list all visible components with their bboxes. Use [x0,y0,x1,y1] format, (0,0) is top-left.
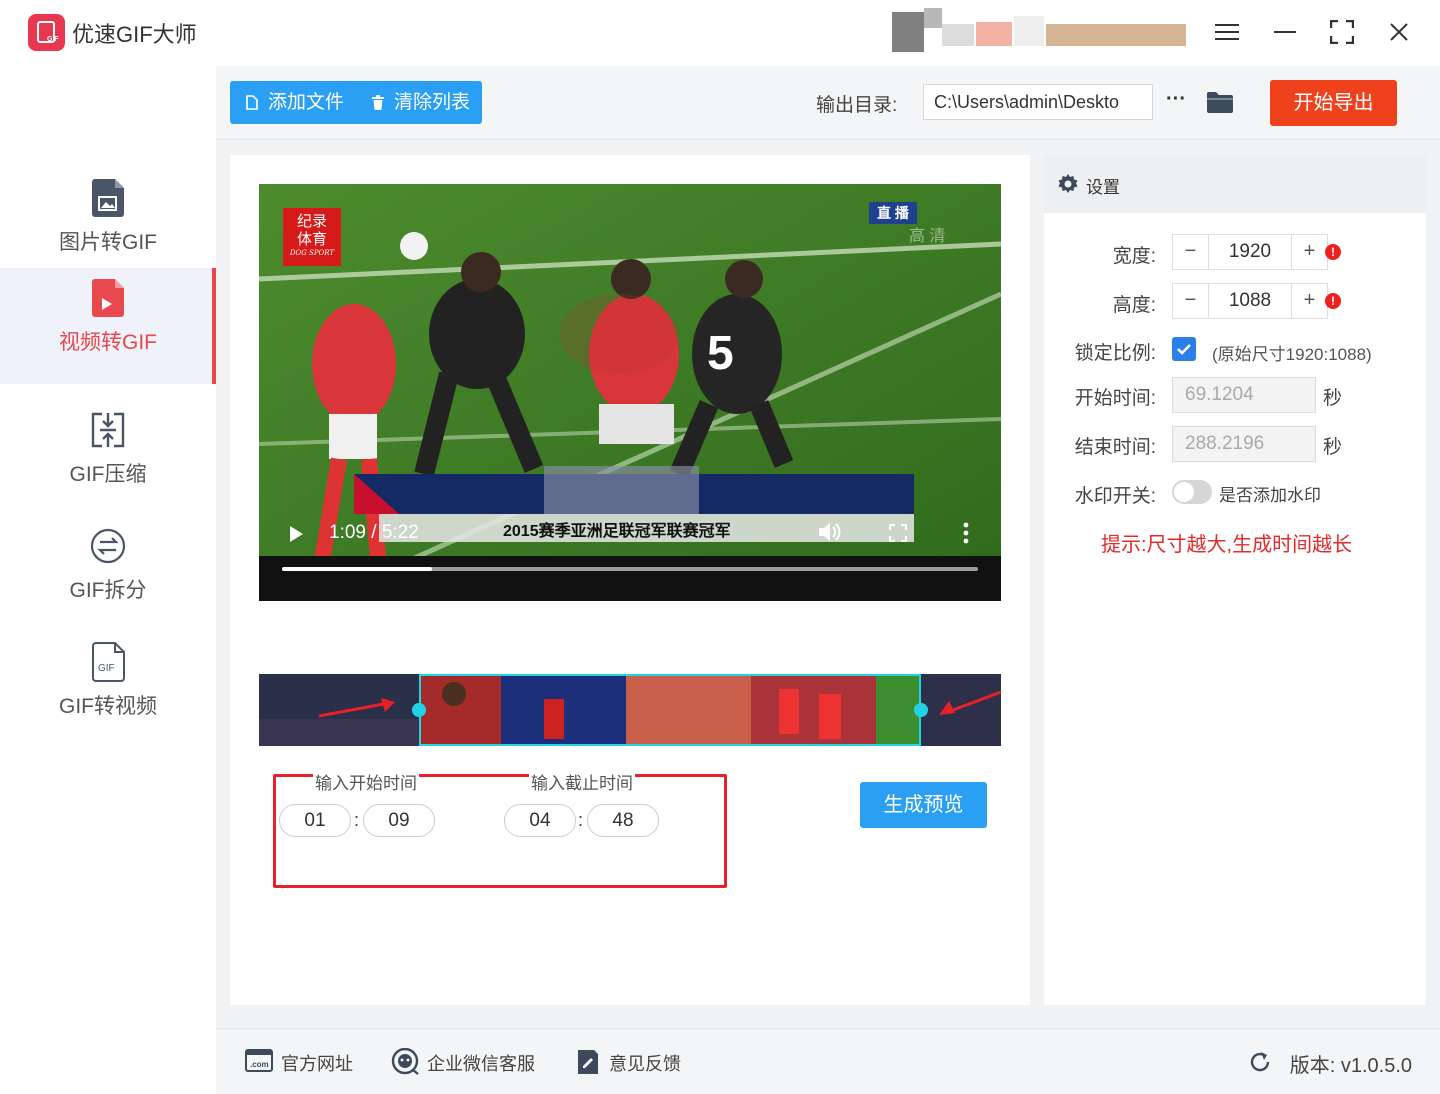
version-label: 版本: v1.0.5.0 [1289,1055,1412,1077]
start-time-setting-label: 开始时间: [1074,388,1156,409]
svg-text:.com: .com [250,1060,269,1069]
generate-preview-button[interactable]: 生成预览 [860,782,987,828]
original-size-note: (原始尺寸1920:1088) [1212,345,1372,364]
sidebar-item-video-to-gif[interactable]: 视频转GIF [0,268,216,384]
close-icon[interactable] [1381,14,1417,50]
start-seconds-unit: 秒 [1323,388,1343,409]
video-player[interactable]: 5 纪录 体育 DOG SPORT 直 播 高 清 1:09 / 5:22 20… [259,184,1001,601]
app-title: 优速GIF大师 [72,22,197,47]
file-button-group: 添加文件 清除列表 [230,81,482,124]
feedback-icon [578,1050,598,1074]
split-icon [90,528,126,564]
volume-icon[interactable] [817,521,841,548]
user-account-area[interactable] [880,4,1190,60]
sidebar-item-gif-compress[interactable]: GIF压缩 [0,400,216,516]
image-file-icon [92,179,124,217]
width-warning-icon: ! [1325,244,1341,260]
gif-file-icon: GIF [92,642,125,682]
height-increase-button[interactable]: + [1291,284,1327,318]
fullscreen-icon[interactable] [888,523,908,547]
live-tag: 直 播 [869,202,917,224]
video-caption: 2015赛季亚洲足联冠军联赛冠军 [503,523,731,540]
end-minute-input[interactable]: 04 [504,804,576,837]
checkmark-icon [1177,344,1191,355]
end-time-field: 288.2196 [1172,426,1316,462]
sidebar-item-gif-split[interactable]: GIF拆分 [0,516,216,632]
video-file-icon [92,279,124,317]
height-decrease-button[interactable]: − [1173,284,1209,318]
start-arrow-annotation [318,698,395,718]
play-icon[interactable] [287,524,305,544]
svg-text:5: 5 [707,327,734,380]
more-options-icon[interactable] [962,522,970,549]
channel-logo: 纪录 体育 DOG SPORT [283,208,341,266]
start-time-field: 69.1204 [1172,377,1316,413]
video-work-panel: 5 纪录 体育 DOG SPORT 直 播 高 清 1:09 / 5:22 20… [230,155,1030,1005]
progress-track[interactable] [282,567,978,571]
start-time-label: 输入开始时间 [313,769,419,794]
output-path-field[interactable]: C:\Users\admin\Deskto [923,84,1153,120]
sidebar-item-image-to-gif[interactable]: 图片转GIF [0,168,216,284]
width-stepper: − 1920 + [1172,234,1328,270]
compress-icon [91,412,125,448]
watermark-note: 是否添加水印 [1219,486,1321,505]
height-warning-icon: ! [1325,293,1341,309]
selection-end-handle[interactable] [913,703,928,717]
open-folder-icon[interactable] [1206,88,1234,116]
sidebar: 图片转GIF 视频转GIF GIF压缩 GIF拆分 GIF GIF转视频 [0,66,216,1094]
trash-icon [372,95,384,110]
end-seconds-unit: 秒 [1323,437,1343,458]
lock-ratio-label: 锁定比例: [1074,343,1156,364]
timeline-strip[interactable] [259,674,1001,746]
timeline-selection[interactable] [418,674,921,746]
width-label: 宽度: [1112,246,1156,267]
watermark-toggle[interactable] [1172,480,1212,504]
start-time-separator: : [354,810,360,830]
start-minute-input[interactable]: 01 [279,804,351,837]
width-decrease-button[interactable]: − [1173,235,1209,269]
start-export-button[interactable]: 开始导出 [1270,80,1397,126]
toolbar: 添加文件 清除列表 输出目录: C:\Users\admin\Deskto ··… [216,66,1440,140]
website-icon: .com [245,1049,273,1072]
minimize-icon[interactable] [1267,14,1303,50]
watermark-label: 水印开关: [1074,486,1156,507]
width-value-input[interactable]: 1920 [1209,235,1291,269]
file-icon [246,95,258,110]
end-time-label: 输入截止时间 [529,769,635,794]
app-logo-icon: GIF [28,14,65,51]
wechat-icon [391,1048,419,1075]
maximize-icon[interactable] [1324,14,1360,50]
selection-start-handle[interactable] [411,703,426,717]
settings-header: 设置 [1044,155,1426,213]
video-time: 1:09 / 5:22 [329,522,419,543]
output-dir-label: 输出目录: [816,95,898,116]
progress-fill [282,567,433,571]
browse-more-button[interactable]: ··· [1162,84,1190,120]
height-stepper: − 1088 + [1172,283,1328,319]
start-second-input[interactable]: 09 [363,804,435,837]
sidebar-item-gif-to-video[interactable]: GIF GIF转视频 [0,632,216,748]
footer: .com 官方网址 企业微信客服 意见反馈 版本: v1.0.5.0 [216,1028,1440,1094]
hd-tag: 高 清 [909,228,946,245]
end-time-separator: : [578,810,584,830]
end-time-setting-label: 结束时间: [1074,437,1156,458]
settings-panel: 设置 宽度: − 1920 + ! 高度: − 1088 + ! 锁定比例: (… [1044,155,1426,1005]
end-arrow-annotation [939,690,1001,715]
svg-text:GIF: GIF [98,663,115,674]
menu-icon[interactable] [1209,14,1245,50]
width-increase-button[interactable]: + [1291,235,1327,269]
end-second-input[interactable]: 48 [587,804,659,837]
title-bar: GIF 优速GIF大师 [0,0,1440,66]
refresh-icon[interactable] [1248,1050,1272,1074]
gear-icon [1058,174,1078,193]
lock-ratio-checkbox[interactable] [1172,337,1196,361]
height-value-input[interactable]: 1088 [1209,284,1291,318]
height-label: 高度: [1112,295,1156,316]
size-tip: 提示:尺寸越大,生成时间越长 [1101,534,1353,556]
